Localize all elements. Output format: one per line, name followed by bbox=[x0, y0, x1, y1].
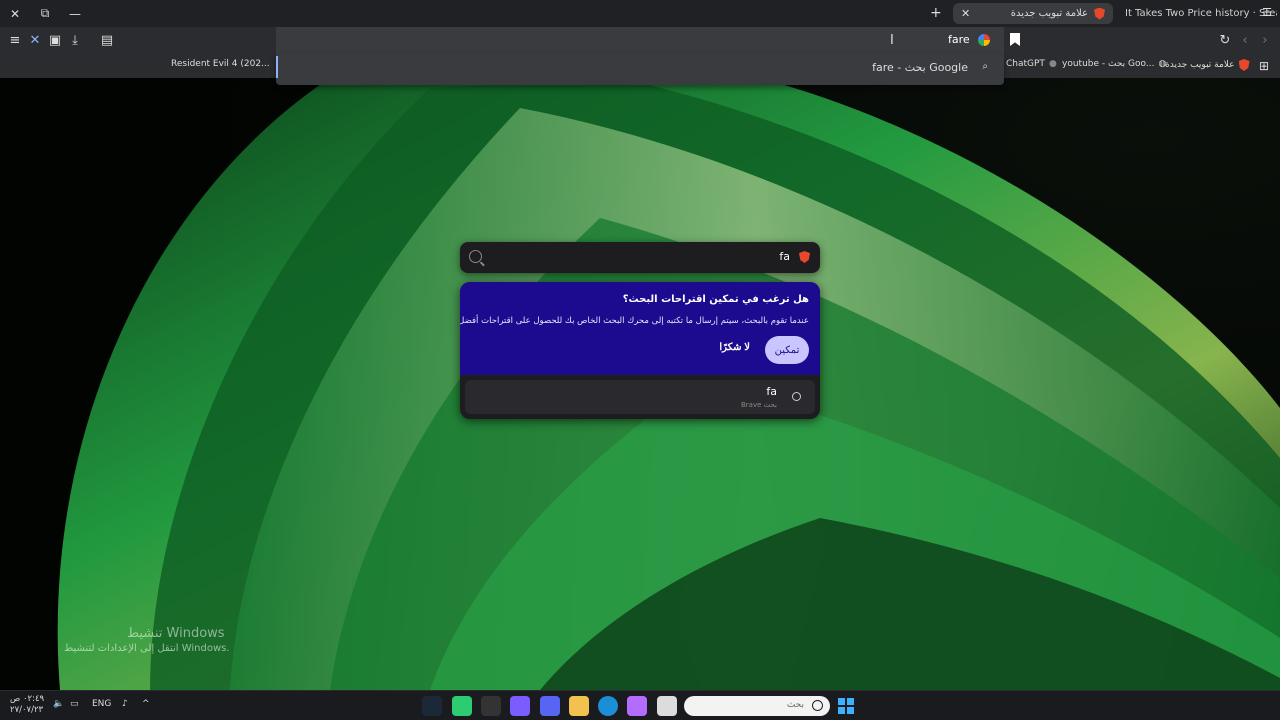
wallet-icon[interactable]: ▤ bbox=[98, 32, 116, 50]
bookmark-item[interactable]: ChatGPT ● bbox=[1006, 59, 1057, 69]
search-icon: ⌕ bbox=[982, 61, 988, 72]
prompt-description: عندما تقوم بالبحث، سيتم إرسال ما تكتبه إ… bbox=[460, 316, 809, 326]
enable-button[interactable]: تمكين bbox=[765, 336, 809, 364]
search-icon bbox=[792, 392, 801, 401]
menu-icon[interactable]: ≡ bbox=[6, 32, 24, 50]
brave-icon bbox=[1238, 59, 1250, 71]
forward-icon[interactable]: › bbox=[1256, 32, 1274, 50]
volume-icon[interactable]: 🔈 bbox=[53, 699, 64, 709]
apps-icon[interactable]: ⊞ bbox=[1259, 59, 1269, 73]
sidebar-icon[interactable]: ▣ bbox=[46, 32, 64, 50]
prompt-title: هل ترغب في تمكين اقتراحات البحث؟ bbox=[622, 294, 809, 305]
discord-icon[interactable] bbox=[540, 696, 560, 716]
suggestion-source: بحث Brave bbox=[741, 401, 777, 409]
address-input[interactable]: fare bbox=[948, 33, 970, 46]
task-view-icon[interactable] bbox=[657, 696, 677, 716]
close-window-button[interactable]: ✕ bbox=[0, 0, 30, 27]
extension-app-icon[interactable] bbox=[510, 696, 530, 716]
tab-label: It Takes Two Price history · SteamDB bbox=[1125, 8, 1277, 19]
restore-window-button[interactable]: ⧉ bbox=[30, 0, 60, 27]
tab-strip: ✕ ⧉ — + ✕ علامة تبويب جديدة It Takes Two… bbox=[0, 0, 1280, 27]
brave-icon bbox=[1094, 7, 1105, 20]
newtab-search-input[interactable]: fa bbox=[779, 250, 790, 263]
language-indicator[interactable]: ENG bbox=[92, 699, 111, 709]
newtab-search-box[interactable]: fa bbox=[460, 242, 820, 273]
address-bar[interactable] bbox=[276, 27, 1004, 54]
tab-steamdb[interactable]: It Takes Two Price history · SteamDB bbox=[1117, 3, 1277, 24]
suggestion-google-search[interactable]: fare - بحث Google bbox=[872, 61, 968, 74]
activation-watermark-subtitle: انتقل إلى الإعدادات لتنشيط Windows. bbox=[64, 643, 230, 654]
spider-app-icon[interactable] bbox=[481, 696, 501, 716]
system-clock[interactable]: ٠٢:٤٩ ص ٢٧/٠٧/٢٣ bbox=[10, 694, 44, 716]
edge-icon[interactable] bbox=[598, 696, 618, 716]
microphone-icon[interactable]: ♪ bbox=[122, 699, 128, 709]
copilot-icon[interactable] bbox=[627, 696, 647, 716]
taskbar-search-placeholder: بحث bbox=[786, 700, 804, 710]
text-caret bbox=[276, 56, 278, 78]
text-cursor-icon: I bbox=[890, 33, 894, 48]
new-tab-button[interactable]: + bbox=[930, 5, 942, 21]
tab-new-tab[interactable]: ✕ علامة تبويب جديدة bbox=[953, 3, 1113, 24]
network-icon[interactable]: ▭ bbox=[70, 699, 79, 709]
start-icon[interactable] bbox=[838, 698, 854, 714]
brave-icon bbox=[799, 251, 810, 263]
tab-label: علامة تبويب جديدة bbox=[1010, 8, 1088, 19]
taskbar-search[interactable]: بحث bbox=[684, 696, 830, 716]
reload-icon[interactable]: ↻ bbox=[1216, 32, 1234, 50]
suggestion-query: fa bbox=[766, 385, 777, 398]
close-tab-icon[interactable]: ✕ bbox=[961, 7, 970, 20]
globe-icon: ◍ bbox=[1158, 59, 1167, 69]
download-icon[interactable]: ⤓ bbox=[66, 32, 84, 50]
app-icon[interactable] bbox=[452, 696, 472, 716]
taskbar: ٠٢:٤٩ ص ٢٧/٠٧/٢٣ 🔈 ▭ ENG ♪ ^ بحث bbox=[0, 690, 1280, 720]
enable-suggestions-prompt: هل ترغب في تمكين اقتراحات البحث؟ عندما ت… bbox=[460, 282, 820, 375]
minimize-window-button[interactable]: — bbox=[60, 0, 90, 27]
activation-watermark-title: تنشيط Windows bbox=[127, 626, 225, 641]
omnibox-dropdown: fare - بحث Google ⌕ bbox=[276, 54, 1004, 85]
search-suggestions-panel: هل ترغب في تمكين اقتراحات البحث؟ عندما ت… bbox=[460, 282, 820, 419]
steam-icon[interactable] bbox=[422, 696, 442, 716]
bookmark-item[interactable]: علامة تبويب جديدة bbox=[1165, 59, 1250, 71]
google-icon bbox=[978, 34, 990, 46]
extension-icon[interactable]: ✕ bbox=[26, 32, 44, 50]
bookmark-item[interactable]: youtube - بحث Goo... ◍ bbox=[1062, 59, 1166, 69]
search-icon bbox=[469, 250, 482, 263]
back-icon[interactable]: ‹ bbox=[1236, 32, 1254, 50]
tab-search-icon[interactable]: ☰ bbox=[1262, 6, 1272, 19]
chevron-up-icon[interactable]: ^ bbox=[142, 699, 150, 709]
no-thanks-button[interactable]: لا شكرًا bbox=[719, 342, 750, 353]
bookmark-item[interactable]: Resident Evil 4 (202... bbox=[171, 59, 270, 69]
chatgpt-icon: ● bbox=[1048, 59, 1057, 69]
suggestion-row[interactable]: fa بحث Brave bbox=[465, 380, 815, 414]
file-explorer-icon[interactable] bbox=[569, 696, 589, 716]
search-icon bbox=[812, 700, 823, 711]
